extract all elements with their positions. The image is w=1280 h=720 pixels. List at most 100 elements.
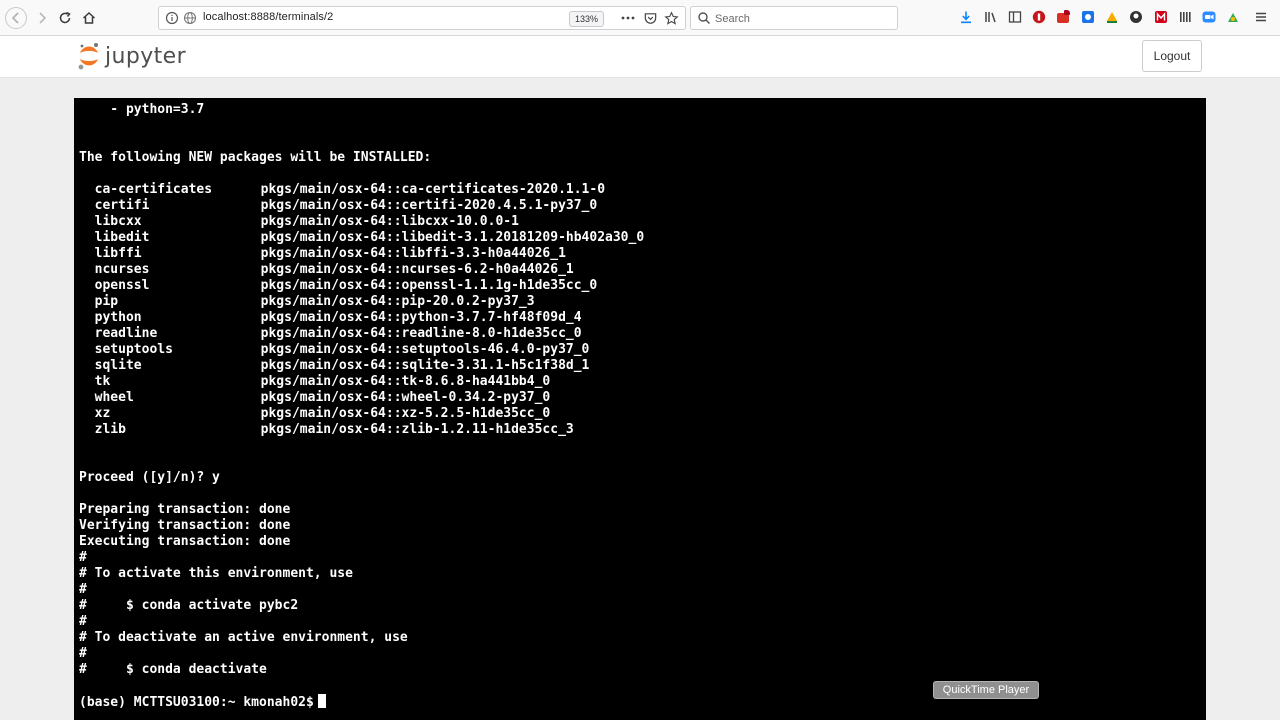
terminal-cursor — [317, 694, 326, 708]
terminal-line: # To activate this environment, use — [79, 566, 353, 581]
package-spec: pkgs/main/osx-64::wheel-0.34.2-py37_0 — [260, 390, 551, 405]
package-indent — [79, 342, 95, 357]
package-name: python — [94, 310, 142, 325]
terminal[interactable]: - python=3.7 The following NEW packages w… — [74, 98, 1206, 720]
package-indent — [79, 406, 95, 421]
back-button[interactable] — [5, 7, 27, 29]
package-name: libcxx — [94, 214, 142, 229]
package-row: pip pkgs/main/osx-64::pip-20.0.2-py37_3 — [79, 294, 644, 310]
package-spec: pkgs/main/osx-64::python-3.7.7-hf48f09d_… — [260, 310, 582, 325]
package-spec: pkgs/main/osx-64::libcxx-10.0.0-1 — [260, 214, 519, 229]
library-icon[interactable] — [984, 10, 998, 24]
jupyter-logo[interactable]: jupyter — [78, 41, 186, 71]
package-row: ncurses pkgs/main/osx-64::ncurses-6.2-h0a… — [79, 262, 644, 278]
extension-yellow-icon[interactable] — [1105, 10, 1119, 24]
zoom-meeting-icon[interactable] — [1202, 10, 1216, 24]
jupyter-logo-icon — [78, 43, 98, 70]
package-row: readline pkgs/main/osx-64::readline-8.0-h… — [79, 326, 644, 342]
package-name: wheel — [94, 390, 134, 405]
package-name: pip — [94, 294, 119, 309]
package-spec: pkgs/main/osx-64::certifi-2020.4.5.1-py3… — [260, 198, 598, 213]
terminal-line: # $ conda deactivate — [79, 662, 267, 677]
package-row: ca-certificates pkgs/main/osx-64::ca-cert… — [79, 182, 644, 198]
download-icon[interactable] — [959, 10, 973, 24]
reload-button[interactable] — [54, 7, 76, 29]
package-indent — [79, 310, 95, 325]
package-indent — [79, 262, 95, 277]
package-spec: pkgs/main/osx-64::ncurses-6.2-h0a44026_1 — [260, 262, 574, 277]
star-icon — [663, 10, 679, 25]
package-spec: pkgs/main/osx-64::libedit-3.1.20181209-h… — [260, 230, 645, 245]
package-row: libcxx pkgs/main/osx-64::libcxx-10.0.0-1 — [79, 214, 644, 230]
package-spec: pkgs/main/osx-64::xz-5.2.5-h1de35cc_0 — [260, 406, 551, 421]
terminal-output: - python=3.7 The following NEW packages w… — [79, 102, 644, 710]
package-row: zlib pkgs/main/osx-64::zlib-1.2.11-h1de35… — [79, 422, 644, 438]
package-name: xz — [94, 406, 111, 421]
extension-bars-icon[interactable] — [1178, 10, 1192, 24]
package-row: libedit pkgs/main/osx-64::libedit-3.1.201… — [79, 230, 645, 246]
terminal-line: # $ conda activate pybc2 — [79, 598, 299, 613]
zoom-badge[interactable]: 133% — [569, 11, 605, 27]
package-indent — [79, 230, 95, 245]
menu-icon[interactable] — [1254, 10, 1268, 24]
package-row: python pkgs/main/osx-64::python-3.7.7-hf4… — [79, 310, 644, 326]
package-spec: pkgs/main/osx-64::sqlite-3.31.1-h5c1f38d… — [260, 358, 590, 373]
extension-blue-icon[interactable] — [1081, 10, 1095, 24]
home-icon — [82, 11, 96, 24]
reload-icon — [59, 11, 71, 24]
terminal-line: # — [79, 582, 87, 597]
logout-button[interactable]: Logout — [1142, 40, 1202, 72]
prompt-line[interactable]: (base) MCTTSU03100:~ kmonah02$ — [79, 694, 644, 710]
extension-m-icon[interactable] — [1154, 10, 1168, 24]
terminal-line: Executing transaction: done — [79, 534, 291, 549]
package-spec: pkgs/main/osx-64::zlib-1.2.11-h1de35cc_3 — [260, 422, 574, 437]
terminal-line: # To deactivate an active environment, u… — [79, 630, 408, 645]
terminal-line: # — [79, 550, 87, 565]
search-input[interactable] — [713, 9, 893, 29]
package-indent — [79, 198, 95, 213]
package-name: libffi — [94, 246, 142, 261]
extension-green-icon[interactable] — [1226, 10, 1240, 24]
url-text[interactable]: localhost:8888/terminals/2 — [203, 11, 333, 23]
package-indent — [79, 390, 95, 405]
package-row: sqlite pkgs/main/osx-64::sqlite-3.31.1-h5… — [79, 358, 644, 374]
sidebar-icon[interactable] — [1008, 10, 1022, 24]
package-indent — [79, 182, 95, 197]
forward-button[interactable] — [31, 7, 53, 29]
package-name: readline — [94, 326, 158, 341]
package-indent — [79, 294, 95, 309]
shell-prompt: (base) MCTTSU03100:~ kmonah02$ — [79, 695, 314, 710]
package-indent — [79, 278, 95, 293]
home-button[interactable] — [78, 7, 100, 29]
github-icon[interactable] — [1129, 10, 1143, 24]
pocket-icon — [644, 12, 656, 24]
package-row: certifi pkgs/main/osx-64::certifi-2020.4.… — [79, 198, 644, 214]
info-icon[interactable] — [165, 11, 179, 25]
package-row: xz pkgs/main/osx-64::xz-5.2.5-h1de35cc_0 — [79, 406, 644, 422]
package-name: ncurses — [94, 262, 150, 277]
page-actions-button[interactable] — [620, 10, 636, 26]
terminal-line: Preparing transaction: done — [79, 502, 291, 517]
package-indent — [79, 326, 95, 341]
package-indent — [79, 214, 95, 229]
extension-red-icon[interactable] — [1056, 10, 1070, 24]
terminal-line: Proceed ([y]/n)? y — [79, 470, 220, 485]
url-bar[interactable]: localhost:8888/terminals/2 133% — [158, 6, 686, 30]
package-spec: pkgs/main/osx-64::openssl-1.1.1g-h1de35c… — [260, 278, 598, 293]
jupyter-logo-text: jupyter — [105, 43, 187, 69]
bookmark-button[interactable] — [663, 10, 679, 26]
package-row: tk pkgs/main/osx-64::tk-8.6.8-ha441bb4_0 — [79, 374, 644, 390]
pocket-button[interactable] — [642, 10, 658, 26]
package-spec: pkgs/main/osx-64::setuptools-46.4.0-py37… — [260, 342, 590, 357]
package-spec: pkgs/main/osx-64::pip-20.0.2-py37_3 — [260, 294, 535, 309]
package-indent — [79, 358, 95, 373]
package-spec: pkgs/main/osx-64::readline-8.0-h1de35cc_… — [260, 326, 582, 341]
search-box[interactable] — [690, 6, 898, 30]
ublock-icon[interactable] — [1032, 10, 1046, 24]
package-spec: pkgs/main/osx-64::tk-8.6.8-ha441bb4_0 — [260, 374, 551, 389]
package-indent — [79, 374, 95, 389]
